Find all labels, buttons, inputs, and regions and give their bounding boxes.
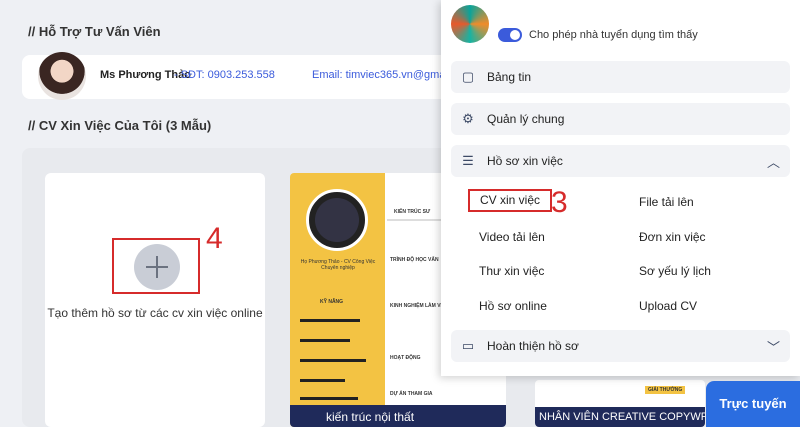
add-cv-highlight-box <box>112 238 200 294</box>
advisor-card: Ms Phương Thảo - SĐT: 0903.253.558 Email… <box>22 52 474 100</box>
cv2-awards-heading: GIẢI THƯỞNG <box>645 386 686 394</box>
submenu-ho-so-online[interactable]: Hồ sơ online <box>479 299 547 313</box>
menu-item-hoan-thien-ho-so[interactable]: ▭ Hoàn thiện hồ sơ ﹀ <box>451 330 790 362</box>
cv1-sidebar: Họ Phương Thảo - CV Công Việc Chuyên ngh… <box>290 173 385 427</box>
online-chat-button[interactable]: Trực tuyến <box>706 381 800 427</box>
annotation-4: 4 <box>206 222 223 255</box>
submenu-file-tai-len[interactable]: File tải lên <box>639 195 694 209</box>
cv-section-title: // CV Xin Việc Của Tôi (3 Mẫu) <box>28 118 212 133</box>
cv2-footer-title: NHÂN VIÊN CREATIVE COPYWRITER <box>535 407 705 427</box>
cv1-skill-bar <box>300 397 358 400</box>
annotation-3: 3 <box>551 186 568 219</box>
submenu-so-yeu-ly-lich[interactable]: Sơ yếu lý lịch <box>639 264 711 278</box>
submenu-thu-xin-viec[interactable]: Thư xin việc <box>479 264 544 278</box>
cv1-skill-bar <box>300 339 350 342</box>
menu-item-label: Bảng tin <box>487 70 532 84</box>
submenu-don-xin-viec[interactable]: Đơn xin việc <box>639 230 706 244</box>
submenu-upload-cv[interactable]: Upload CV <box>639 299 697 313</box>
board-icon: ▢ <box>461 69 475 84</box>
cv1-photo <box>306 189 368 251</box>
cv1-job-title: KIẾN TRÚC SƯ <box>394 209 431 215</box>
user-avatar[interactable] <box>451 5 489 43</box>
submenu-video-tai-len[interactable]: Video tải lên <box>479 230 545 244</box>
chevron-down-icon[interactable]: ﹀ <box>767 337 780 356</box>
cv1-education-heading: TRÌNH ĐỘ HỌC VẤN <box>390 257 439 263</box>
visibility-toggle-label: Cho phép nhà tuyển dụng tìm thấy <box>529 29 698 41</box>
account-dropdown-panel: Cho phép nhà tuyển dụng tìm thấy ▢ Bảng … <box>441 0 800 376</box>
chevron-up-icon[interactable]: ︿ <box>767 152 780 171</box>
cv-card-copywriter[interactable]: GIẢI THƯỞNG NHÂN VIÊN CREATIVE COPYWRITE… <box>535 380 705 427</box>
cv1-skill-bar <box>300 319 360 322</box>
cv1-skill-bar <box>300 359 366 362</box>
profile-card-icon: ▭ <box>461 338 475 353</box>
resume-submenu: CV xin việc Video tải lên Thư xin việc H… <box>451 183 790 323</box>
advisor-avatar <box>38 52 86 100</box>
menu-item-label: Hoàn thiện hồ sơ <box>487 339 579 353</box>
cv1-footer-title: kiến trúc nội thất <box>290 405 506 427</box>
visibility-toggle[interactable] <box>498 28 522 42</box>
cv1-skill-bar <box>300 379 345 382</box>
cv1-skills-heading: KỸ NĂNG <box>320 299 344 305</box>
menu-item-label: Hồ sơ xin việc <box>487 154 563 168</box>
menu-item-bang-tin[interactable]: ▢ Bảng tin <box>451 61 790 93</box>
add-cv-plus-icon[interactable] <box>134 244 180 290</box>
menu-item-label: Quản lý chung <box>487 112 565 126</box>
submenu-cv-xin-viec[interactable]: CV xin việc <box>468 189 553 212</box>
advisor-section-title: // Hỗ Trợ Tư Vấn Viên <box>28 24 161 39</box>
add-cv-card[interactable]: Tạo thêm hồ sơ từ các cv xin việc online <box>45 173 265 427</box>
add-cv-text[interactable]: Tạo thêm hồ sơ từ các cv xin việc online <box>45 305 265 321</box>
menu-item-quan-ly-chung[interactable]: ⚙ Quản lý chung <box>451 103 790 135</box>
menu-item-ho-so-xin-viec[interactable]: ☰ Hồ sơ xin việc ︿ <box>451 145 790 177</box>
cv1-projects-heading: DỰ ÁN THAM GIA <box>390 391 433 397</box>
cv1-name: Họ Phương Thảo - CV Công Việc Chuyên ngh… <box>300 259 376 271</box>
advisor-phone[interactable]: - SĐT: 0903.253.558 <box>174 69 275 81</box>
cv1-activity-heading: HOẠT ĐỘNG <box>390 355 421 361</box>
resume-icon: ☰ <box>462 153 474 168</box>
gear-icon: ⚙ <box>462 111 474 126</box>
